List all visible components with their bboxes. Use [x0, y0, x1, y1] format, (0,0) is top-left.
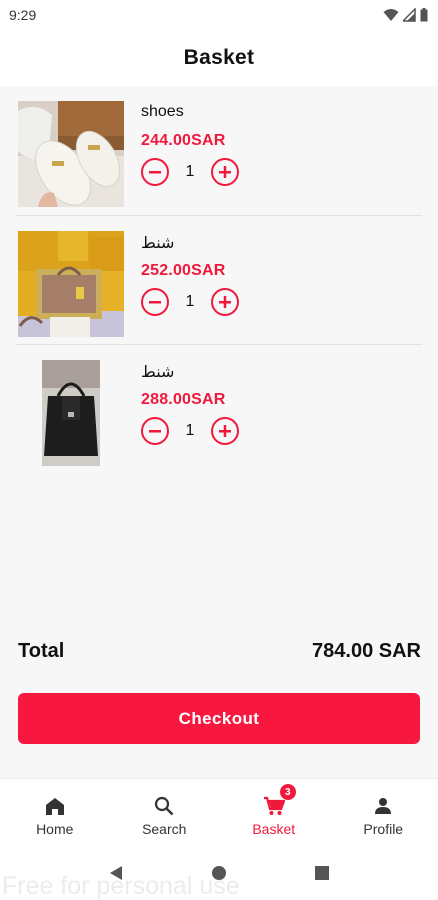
wifi-icon — [383, 9, 399, 21]
battery-icon — [420, 8, 428, 22]
decrease-quantity-button[interactable] — [141, 158, 169, 186]
system-nav — [0, 846, 438, 900]
quantity-stepper: 1 — [141, 417, 239, 445]
basket-item[interactable]: shoes 244.00SAR 1 — [16, 86, 422, 215]
increase-quantity-button[interactable] — [211, 288, 239, 316]
basket-list: shoes 244.00SAR 1 شنط 252.00SAR 1 شنط 28… — [0, 86, 438, 473]
app-bar: Basket — [0, 30, 438, 86]
quantity-value: 1 — [185, 422, 195, 439]
nav-item-home[interactable]: Home — [0, 779, 110, 846]
recents-icon[interactable] — [314, 865, 330, 881]
nav-label: Basket — [252, 821, 296, 837]
plus-icon — [219, 296, 231, 308]
total-value: 784.00 SAR — [312, 640, 421, 662]
quantity-stepper: 1 — [141, 158, 239, 186]
plus-icon — [219, 166, 231, 178]
decrease-quantity-button[interactable] — [141, 417, 169, 445]
minus-icon — [149, 171, 161, 174]
decrease-quantity-button[interactable] — [141, 288, 169, 316]
home-circle-icon[interactable] — [211, 865, 227, 881]
nav-label: Profile — [363, 821, 404, 837]
item-name: شنط — [141, 235, 175, 252]
page-title: Basket — [183, 46, 255, 69]
back-icon[interactable] — [108, 865, 124, 881]
status-icons — [383, 8, 428, 22]
basket-item[interactable]: شنط 288.00SAR 1 — [16, 344, 422, 473]
product-image-black-bag — [18, 360, 124, 466]
plus-icon — [219, 425, 231, 437]
search-icon — [154, 795, 174, 817]
item-price: 244.00SAR — [141, 132, 226, 149]
increase-quantity-button[interactable] — [211, 158, 239, 186]
signal-icon — [403, 8, 416, 22]
quantity-stepper: 1 — [141, 288, 239, 316]
status-time: 9:29 — [9, 7, 37, 23]
home-icon — [45, 795, 65, 817]
nav-label: Home — [36, 821, 74, 837]
increase-quantity-button[interactable] — [211, 417, 239, 445]
quantity-value: 1 — [185, 163, 195, 180]
minus-icon — [149, 430, 161, 433]
item-price: 288.00SAR — [141, 391, 226, 408]
nav-item-basket[interactable]: 3 Basket — [219, 779, 329, 846]
checkout-button[interactable]: Checkout — [18, 693, 420, 744]
total-label: Total — [18, 640, 65, 662]
item-price: 252.00SAR — [141, 262, 226, 279]
cart-icon — [263, 795, 285, 817]
product-image-shoes — [18, 101, 124, 207]
nav-item-profile[interactable]: Profile — [329, 779, 438, 846]
bottom-nav: Home Search 3 Basket Profile — [0, 778, 438, 846]
status-bar: 9:29 — [0, 0, 438, 30]
basket-item[interactable]: شنط 252.00SAR 1 — [16, 215, 422, 344]
person-icon — [373, 795, 393, 817]
minus-icon — [149, 301, 161, 304]
item-name: shoes — [141, 103, 184, 120]
item-name: شنط — [141, 364, 175, 381]
quantity-value: 1 — [185, 293, 195, 310]
product-image-bag — [18, 231, 124, 337]
cart-badge: 3 — [279, 784, 296, 800]
nav-label: Search — [142, 821, 187, 837]
total-row: Total 784.00 SAR — [18, 640, 421, 663]
nav-item-search[interactable]: Search — [110, 779, 220, 846]
